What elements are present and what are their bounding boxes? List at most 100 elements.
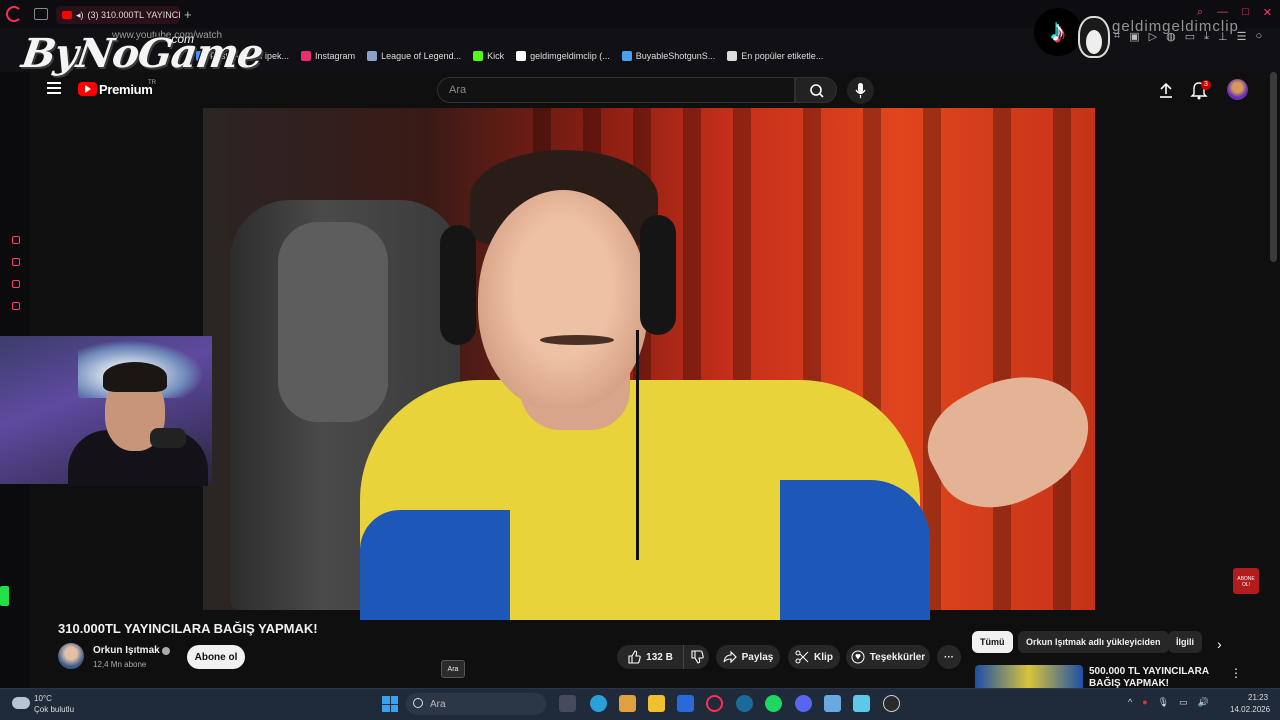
more-actions-button[interactable]: ··· — [937, 645, 961, 669]
windows-start-icon[interactable] — [382, 696, 398, 712]
bookmark-twitch-clip[interactable]: BuyableShotgunS... — [621, 51, 715, 61]
thumbs-up-icon — [628, 650, 641, 664]
scissors-icon — [795, 650, 809, 664]
bynogame-logo-domain: .com — [168, 32, 195, 46]
recommendation-title[interactable]: 500.000 TL YAYINCILARA BAĞIŞ YAPMAK! — [1089, 666, 1219, 688]
tray-volume-icon[interactable]: 🔊 — [1198, 697, 1209, 708]
channel-name[interactable]: Orkun Işıtmak — [93, 645, 160, 656]
easy-setup-icon[interactable]: ☰ — [1237, 30, 1247, 43]
kick-icon — [473, 51, 484, 61]
search-tooltip: Ara — [441, 660, 465, 678]
lol-icon — [367, 51, 378, 61]
notepad-icon[interactable] — [853, 695, 870, 712]
download-icon[interactable]: ⤓ — [1204, 30, 1209, 43]
screenshot-icon[interactable]: ⌗ — [1114, 30, 1120, 43]
thumbs-down-icon — [690, 650, 704, 664]
subscribe-button[interactable]: Abone ol — [187, 645, 245, 669]
sidebar-discord-icon[interactable] — [12, 258, 20, 266]
dislike-button[interactable] — [683, 645, 709, 669]
play-icon[interactable]: ▷ — [1149, 30, 1157, 43]
clock-time[interactable]: 21:23 — [1248, 693, 1268, 702]
pin-icon[interactable]: ⊥ — [1218, 30, 1228, 43]
subscribe-badge: ABONE OL! — [1233, 568, 1259, 594]
youtube-logo-icon[interactable] — [78, 82, 97, 96]
copilot-icon[interactable] — [619, 695, 636, 712]
youtube-premium-label[interactable]: Premium — [99, 82, 153, 97]
task-view-icon[interactable] — [559, 695, 576, 712]
maximize-button[interactable]: □ — [1242, 6, 1249, 19]
account-avatar[interactable] — [1227, 79, 1248, 100]
spotify-icon[interactable] — [765, 695, 782, 712]
chip-related[interactable]: İlgili — [1168, 631, 1202, 653]
tray-display-icon[interactable]: ▭ — [1179, 697, 1188, 708]
steam-icon[interactable] — [736, 695, 753, 712]
opera-gx-menu-icon[interactable] — [6, 6, 22, 22]
active-tab[interactable]: ◂) (3) 310.000TL YAYINCI — [56, 6, 180, 24]
clock-date[interactable]: 14.02.2026 — [1230, 705, 1270, 714]
tab-switcher-icon[interactable] — [34, 8, 48, 20]
upload-button[interactable] — [1158, 81, 1174, 99]
camera-icon[interactable]: ▣ — [1129, 30, 1139, 43]
channel-avatar[interactable] — [58, 643, 84, 669]
youtube-favicon-icon — [62, 11, 72, 19]
discord-icon[interactable] — [795, 695, 812, 712]
tray-microphone-icon[interactable]: 🎙 — [1158, 697, 1169, 708]
chevron-right-icon[interactable]: › — [1217, 636, 1222, 652]
upload-icon — [1160, 82, 1172, 98]
thanks-button[interactable]: Teşekkürler — [846, 645, 930, 669]
taskbar-search-input[interactable]: Ara — [406, 693, 546, 715]
video-face — [478, 190, 648, 410]
chip-all[interactable]: Tümü — [972, 631, 1013, 653]
file-explorer-icon[interactable] — [648, 695, 665, 712]
search-input[interactable]: Ara — [437, 77, 795, 103]
recommendation-menu-icon[interactable]: ⋮ — [1230, 666, 1242, 680]
bookmark-tiktok[interactable]: geldimgeldimclip (... — [516, 51, 610, 61]
new-tab-button[interactable]: + — [184, 7, 192, 22]
sidebar-twitch-icon[interactable] — [12, 236, 20, 244]
sidebar-music-icon[interactable] — [12, 302, 20, 310]
penguin-belly — [1086, 30, 1102, 54]
tiktok-logo-icon: ♪ — [1034, 8, 1082, 56]
bookmark-popular-tags[interactable]: En popüler etiketle... — [727, 51, 823, 61]
audio-icon: ◂) — [76, 9, 84, 20]
menu-icon[interactable] — [47, 82, 61, 94]
tray-expand-icon[interactable]: ^ — [1128, 697, 1132, 708]
weather-description[interactable]: Çok bulutlu — [34, 705, 74, 714]
video-mustache — [540, 335, 614, 345]
region-label: TR — [148, 80, 156, 86]
tab-title: (3) 310.000TL YAYINCI — [87, 10, 180, 20]
bookmark-kick[interactable]: Kick — [473, 51, 504, 61]
clip-button[interactable]: Klip — [788, 645, 840, 669]
sidebar-messenger-icon[interactable] — [12, 280, 20, 288]
weather-temperature[interactable]: 10°C — [34, 694, 52, 703]
search-icon — [413, 698, 423, 708]
bookmark-league[interactable]: League of Legend... — [367, 51, 461, 61]
search-icon — [810, 84, 824, 98]
bookmark-instagram[interactable]: Instagram — [301, 51, 355, 61]
tiktok-icon — [516, 51, 527, 61]
twitch-clip-icon — [621, 51, 632, 61]
subscriber-count: 12,4 Mn abone — [93, 660, 147, 669]
profile-icon[interactable]: ○ — [1255, 30, 1262, 43]
obs-icon[interactable] — [883, 695, 900, 712]
page-icon — [727, 51, 738, 61]
chip-uploader[interactable]: Orkun Işıtmak adlı yükleyiciden — [1018, 631, 1169, 653]
cloud-icon[interactable] — [12, 697, 30, 709]
search-button[interactable] — [795, 77, 837, 103]
tray-security-icon[interactable]: ● — [1142, 697, 1147, 708]
video-headphone-right — [640, 215, 676, 335]
share-button[interactable]: Paylaş — [716, 645, 780, 669]
thanks-label: Teşekkürler — [869, 651, 926, 663]
close-window-button[interactable]: ✕ — [1263, 6, 1272, 19]
bynogame-logo: ByNoGame — [18, 30, 266, 77]
voice-search-button[interactable] — [847, 77, 874, 104]
network-app-icon[interactable] — [824, 695, 841, 712]
wallet-icon[interactable]: ▭ — [1185, 30, 1195, 43]
page-scrollbar[interactable] — [1270, 72, 1277, 262]
like-button[interactable]: 132 B — [617, 645, 683, 669]
store-icon[interactable] — [677, 695, 694, 712]
vpn-icon[interactable]: ◍ — [1166, 30, 1176, 43]
extension-icons: ⌗ ▣ ▷ ◍ ▭ ⤓ ⊥ ☰ ○ — [1114, 30, 1262, 43]
opera-gx-icon[interactable] — [706, 695, 723, 712]
edge-icon[interactable] — [590, 695, 607, 712]
